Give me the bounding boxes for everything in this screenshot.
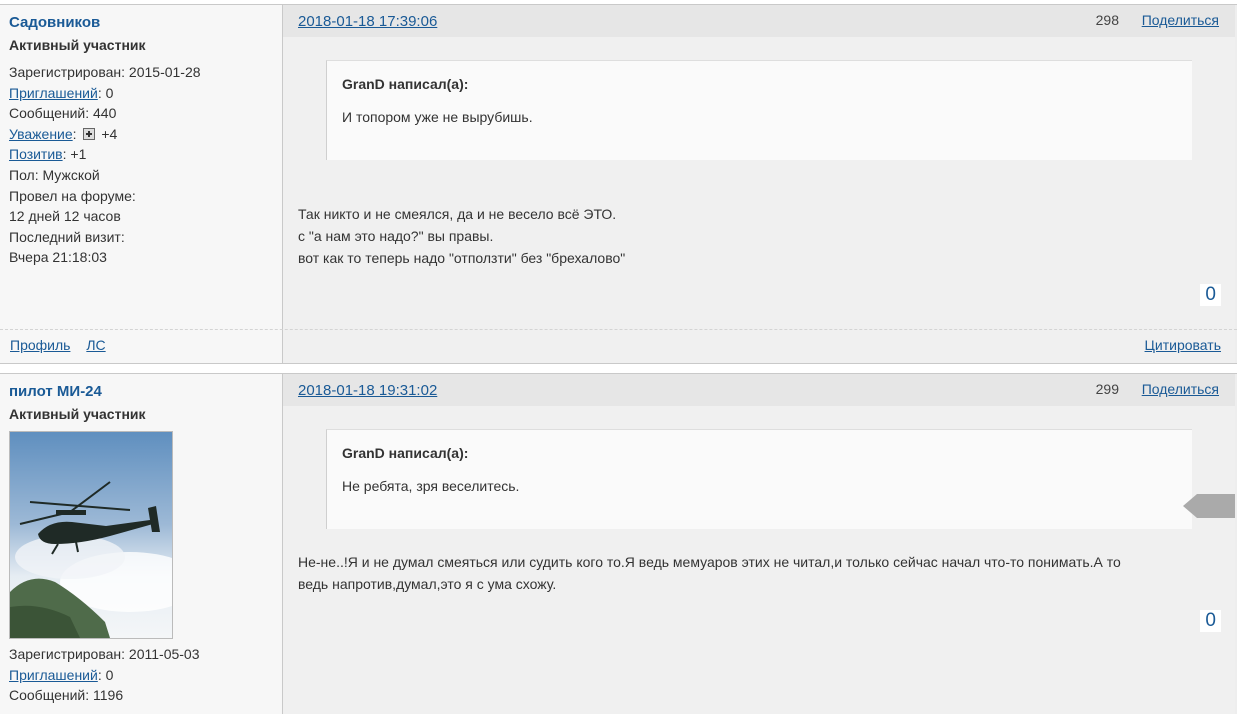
messages-row: Сообщений: 440 [9, 103, 201, 124]
messages-count: 1196 [93, 687, 124, 704]
profile-link[interactable]: Профиль [10, 337, 70, 353]
post-header: 2018-01-18 17:39:06 298 Поделиться [283, 5, 1235, 37]
positive-link[interactable]: Позитив [9, 146, 63, 162]
gender: Пол: Мужской [9, 166, 100, 183]
post-footer-links: Профиль ЛС [10, 337, 118, 353]
respect-row: Уважение: +4 [9, 125, 118, 142]
quote-box: GranD написал(а): И топором уже не выруб… [326, 60, 1192, 160]
share-link[interactable]: Поделиться [1142, 381, 1219, 397]
last-visit-value: Вчера 21:18:03 [9, 249, 107, 266]
positive-value: : +1 [62, 146, 87, 163]
invites-row: Приглашений: 0 [9, 83, 201, 104]
share-link[interactable]: Поделиться [1142, 12, 1219, 28]
quote-author: GranD написал(а): [342, 445, 469, 461]
pm-link[interactable]: ЛС [86, 337, 105, 353]
respect-value: +4 [101, 125, 118, 142]
message-line: с "а нам это надо?" вы правы. [298, 228, 494, 244]
message-text: Так никто и не смеялся, да и не весело в… [298, 203, 625, 269]
message-line: Так никто и не смеялся, да и не весело в… [298, 206, 617, 222]
cite-link[interactable]: Цитировать [1145, 337, 1221, 353]
post-author-sidebar: Садовников Активный участник Зарегистрир… [0, 5, 283, 363]
forum-post: Садовников Активный участник Зарегистрир… [0, 4, 1237, 364]
quote-box: GranD написал(а): Не ребята, зря веселит… [326, 429, 1192, 529]
forum-post: пилот МИ-24 Активный участник Зарегистри… [0, 373, 1237, 714]
messages-label: Сообщений: [9, 105, 90, 122]
invites-value: : 0 [97, 666, 114, 683]
positive-row: Позитив: +1 [9, 144, 201, 165]
message-line: ведь напротив,думал,это я с ума схожу. [298, 576, 557, 592]
rating-counter[interactable]: 0 [1200, 610, 1221, 632]
post-header: 2018-01-18 19:31:02 299 Поделиться [283, 374, 1235, 406]
last-visit-label: Последний визит: [9, 228, 125, 245]
quote-text: Не ребята, зря веселитесь. [342, 478, 520, 494]
post-number: 299 [1095, 381, 1119, 397]
time-on-forum-value: 12 дней 12 часов [9, 208, 121, 225]
author-info: Зарегистрирован: 2011-05-03 Приглашений:… [9, 644, 200, 706]
message-line: Не-не..!Я и не думал смеяться или судить… [298, 554, 1121, 570]
quote-text: И топором уже не вырубишь. [342, 109, 533, 125]
message-line: вот как то теперь надо "отползти" без "б… [298, 250, 626, 266]
invites-link[interactable]: Приглашений [9, 667, 98, 683]
invites-value: : 0 [97, 84, 114, 101]
post-author-sidebar: пилот МИ-24 Активный участник Зарегистри… [0, 374, 283, 714]
rating-counter[interactable]: 0 [1200, 284, 1221, 306]
post-content: 2018-01-18 17:39:06 298 Поделиться GranD… [283, 5, 1235, 363]
helicopter-avatar-image [10, 432, 172, 638]
message-text: Не-не..!Я и не думал смеяться или судить… [298, 551, 1121, 595]
author-rank: Активный участник [9, 406, 146, 422]
invites-link[interactable]: Приглашений [9, 85, 98, 101]
messages-row: Сообщений: 1196 [9, 685, 200, 706]
time-on-forum-label: Провел на форуме: [9, 187, 136, 204]
plus-icon[interactable] [83, 127, 96, 140]
post-footer-divider [0, 329, 1237, 330]
registered-label: Зарегистрирован: [9, 64, 126, 80]
messages-label: Сообщений: [9, 687, 90, 704]
registered-row: Зарегистрирован: 2011-05-03 [9, 644, 200, 665]
post-content: 2018-01-18 19:31:02 299 Поделиться GranD… [283, 374, 1235, 714]
quote-author: GranD написал(а): [342, 76, 469, 92]
post-number: 298 [1095, 12, 1119, 28]
messages-count: 440 [93, 105, 117, 122]
invites-row: Приглашений: 0 [9, 665, 200, 686]
avatar [9, 431, 173, 639]
registered-label: Зарегистрирован: [9, 646, 126, 662]
post-date-link[interactable]: 2018-01-18 19:31:02 [298, 382, 437, 399]
author-name[interactable]: пилот МИ-24 [9, 383, 102, 400]
author-info: Зарегистрирован: 2015-01-28 Приглашений:… [9, 62, 201, 268]
respect-link[interactable]: Уважение [9, 126, 73, 142]
registered-date: 2015-01-28 [128, 64, 201, 80]
registered-date: 2011-05-03 [128, 646, 200, 662]
author-name[interactable]: Садовников [9, 14, 100, 31]
registered-row: Зарегистрирован: 2015-01-28 [9, 62, 201, 83]
post-date-link[interactable]: 2018-01-18 17:39:06 [298, 13, 437, 30]
author-rank: Активный участник [9, 37, 146, 53]
